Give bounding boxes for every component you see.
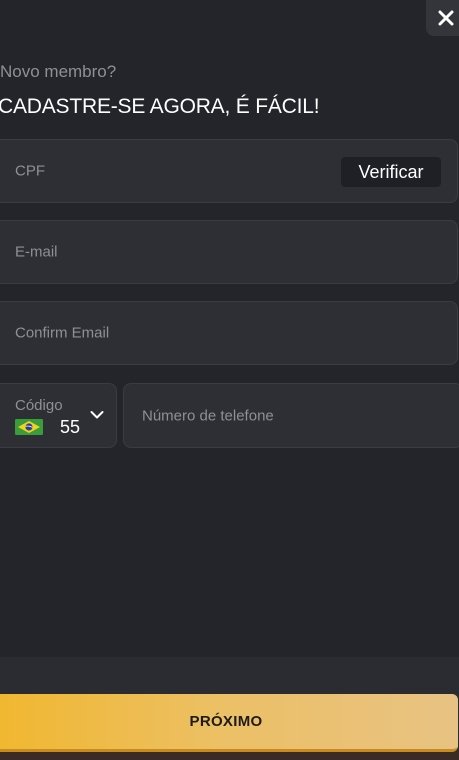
email-field[interactable]: E-mail: [0, 220, 458, 284]
brazil-flag-icon: [15, 419, 43, 435]
phone-number-placeholder: Número de telefone: [142, 407, 274, 424]
cpf-placeholder: CPF: [15, 162, 45, 180]
country-code-select[interactable]: Código 55: [0, 383, 117, 448]
country-code-value: 55: [60, 417, 81, 437]
verify-button[interactable]: Verificar: [341, 157, 441, 187]
country-code-label: Código: [15, 397, 63, 414]
next-button[interactable]: PRÓXIMO: [0, 694, 458, 752]
page-subtitle: Novo membro?: [0, 62, 117, 81]
footer-bottom-strip: [0, 752, 459, 760]
page-title: CADASTRE-SE AGORA, É FÁCIL!: [0, 95, 320, 118]
phone-number-field[interactable]: Número de telefone: [123, 383, 459, 448]
cpf-field[interactable]: CPF Verificar: [0, 139, 458, 203]
close-icon: [438, 10, 454, 26]
close-button[interactable]: [426, 0, 459, 36]
confirm-email-placeholder: Confirm Email: [15, 324, 110, 342]
chevron-down-icon: [90, 411, 104, 419]
confirm-email-field[interactable]: Confirm Email: [0, 301, 458, 365]
email-placeholder: E-mail: [15, 243, 58, 261]
